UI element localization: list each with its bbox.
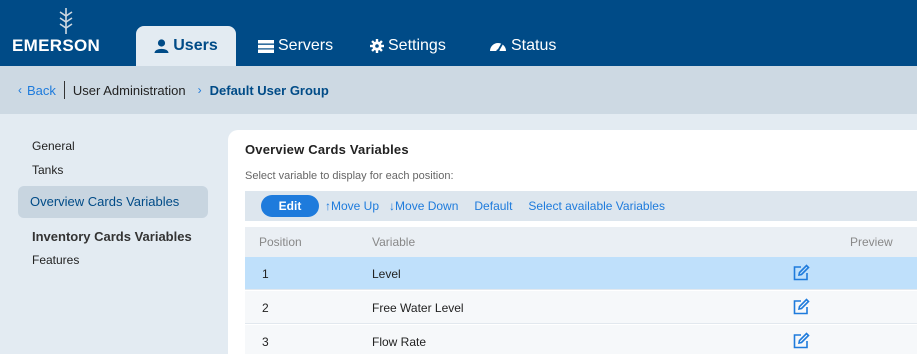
move-up-label: Move Up [331,199,380,213]
user-icon [154,39,169,53]
select-variables-button[interactable]: Select available Variables [528,199,665,213]
edit-icon[interactable] [792,264,810,282]
cell-position: 3 [262,335,269,349]
card-subtitle: Select variable to display for each posi… [245,170,454,182]
move-up-button[interactable]: ↑ Move Up [325,199,379,213]
sidebar-item-general[interactable]: General [18,134,208,158]
breadcrumb-parent[interactable]: User Administration [73,83,186,98]
default-button[interactable]: Default [474,199,512,213]
brand-name: EMERSON [12,36,101,55]
edit-icon[interactable] [792,332,810,350]
settings-sidebar: General Tanks Overview Cards Variables I… [18,134,208,270]
tab-servers[interactable]: Servers [258,26,333,66]
tab-settings[interactable]: Settings [370,26,446,66]
chevron-left-icon: ‹ [18,83,22,97]
variables-card: Overview Cards Variables Select variable… [228,130,917,354]
status-icon [490,43,506,53]
breadcrumb: ‹ Back User Administration › Default Use… [0,66,917,114]
sidebar-item-tanks[interactable]: Tanks [18,158,208,182]
tab-status[interactable]: Status [489,26,556,66]
cell-position: 2 [262,301,269,315]
move-down-label: Move Down [395,199,459,213]
cell-variable: Flow Rate [372,335,427,349]
edit-icon[interactable] [792,298,810,316]
tab-users-label: Users [173,37,218,54]
table-toolbar: Edit ↑ Move Up ↓ Move Down Default Selec… [245,191,917,221]
tab-status-label: Status [511,37,557,54]
breadcrumb-divider [63,81,65,99]
cell-variable: Level [372,267,401,281]
emerson-logo[interactable]: EMERSON [12,8,122,58]
tab-settings-label: Settings [388,37,446,54]
chevron-right-icon: › [197,83,202,97]
sidebar-item-overview-cards-variables[interactable]: Overview Cards Variables [18,186,208,218]
emerson-mark-icon [59,8,73,34]
back-label: Back [27,82,56,98]
header-variable[interactable]: Variable [372,235,415,249]
cell-position: 1 [262,267,269,281]
back-link[interactable]: ‹ Back [18,83,56,98]
sidebar-item-features[interactable]: Features [18,250,208,270]
top-navigation-bar: EMERSON Users Servers Settings Status [0,0,917,66]
header-position[interactable]: Position [259,235,302,249]
table-header: Position Variable Preview [245,227,917,257]
edit-button[interactable]: Edit [261,195,319,217]
card-title: Overview Cards Variables [245,142,409,157]
header-preview: Preview [850,235,893,249]
servers-icon [258,39,274,53]
table-row[interactable]: 2 Free Water Level [245,291,917,324]
sidebar-item-inventory-cards-variables[interactable]: Inventory Cards Variables [18,224,208,250]
table-row[interactable]: 1 Level [245,257,917,290]
move-down-button[interactable]: ↓ Move Down [389,199,458,213]
table-row[interactable]: 3 Flow Rate [245,325,917,354]
tab-servers-label: Servers [278,37,334,54]
cell-variable: Free Water Level [372,301,464,315]
tab-users[interactable]: Users [136,26,236,66]
breadcrumb-current: Default User Group [209,82,329,98]
gear-icon [370,39,384,53]
